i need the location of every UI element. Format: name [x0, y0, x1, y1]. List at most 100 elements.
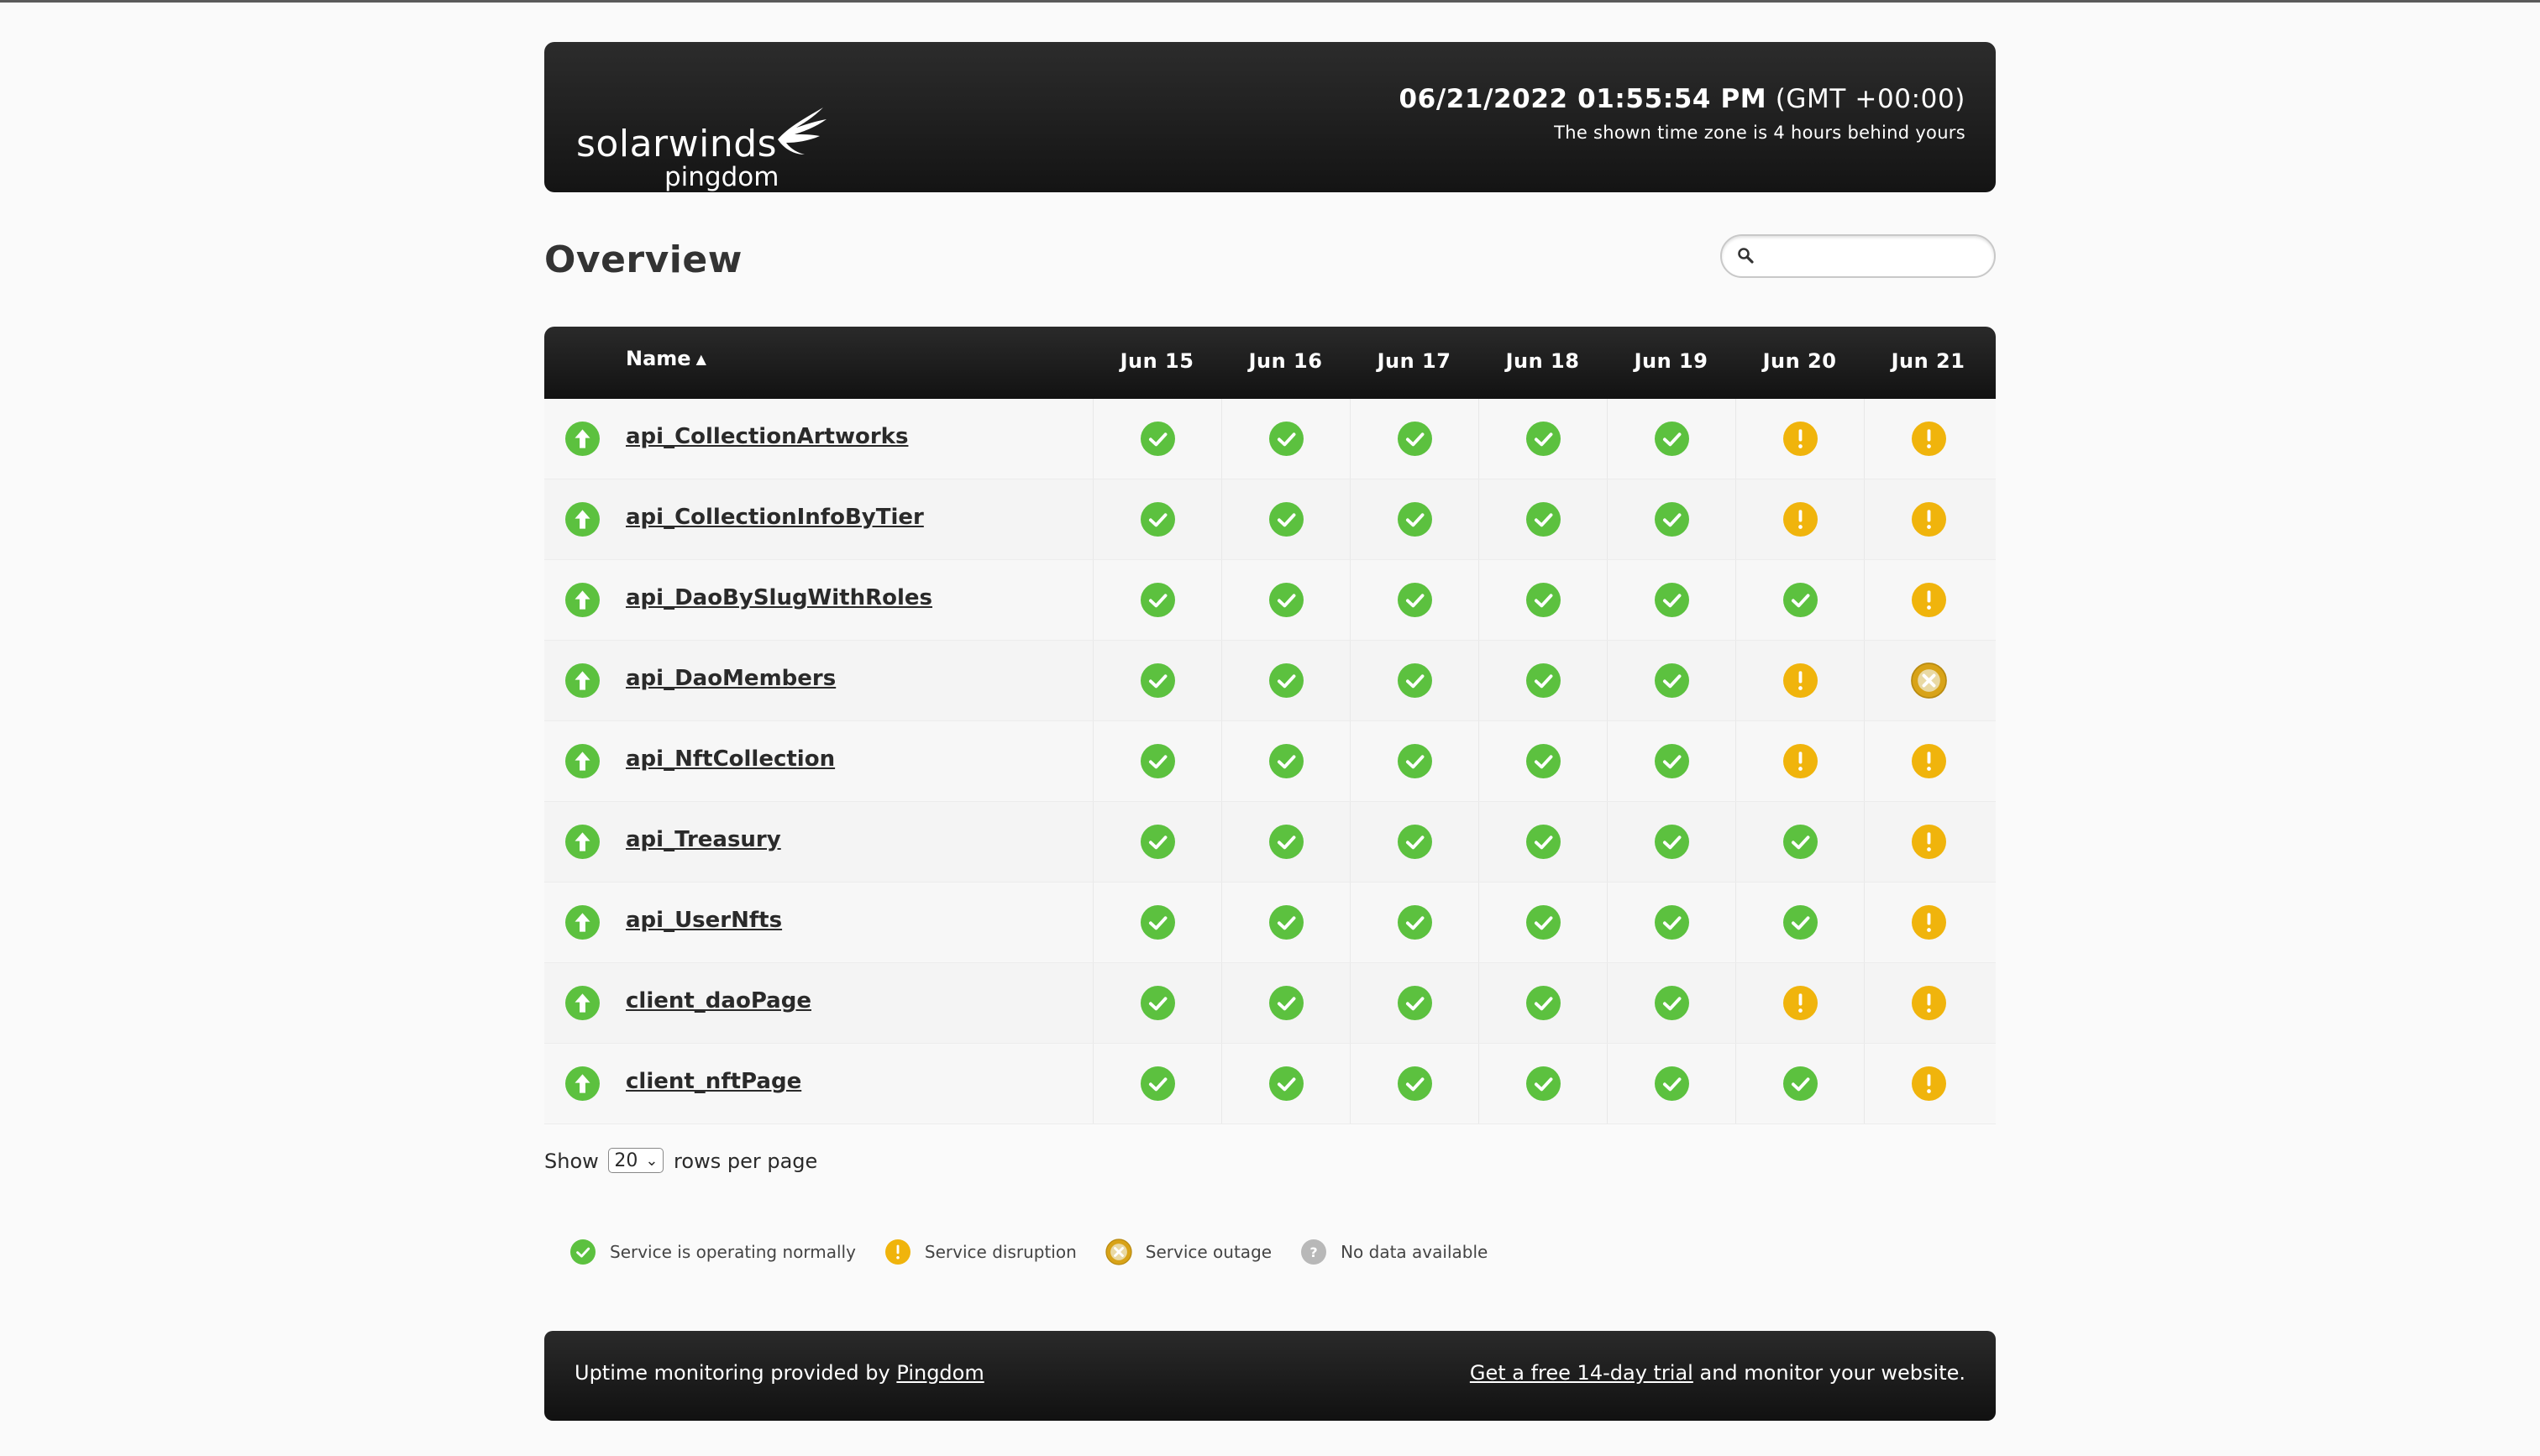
free-trial-link[interactable]: Get a free 14-day trial — [1470, 1361, 1693, 1385]
day-status-cell[interactable] — [1735, 479, 1865, 559]
day-status-cell[interactable] — [1093, 963, 1222, 1043]
day-status-cell[interactable] — [1093, 560, 1222, 640]
day-status-cell[interactable] — [1864, 641, 1993, 720]
day-status-cell[interactable] — [1607, 802, 1736, 882]
day-status-cell[interactable] — [1607, 721, 1736, 801]
day-status-cell[interactable] — [1350, 641, 1479, 720]
footer-trial: Get a free 14-day trial and monitor your… — [1470, 1361, 1965, 1385]
check-name-link[interactable]: client_daoPage — [626, 988, 811, 1013]
day-status-cell[interactable] — [1350, 1044, 1479, 1123]
legend-item-ok: Service is operating normally — [569, 1239, 856, 1265]
day-status-cell[interactable] — [1864, 721, 1993, 801]
table-body: api_CollectionArtworks api_CollectionInfo… — [544, 399, 1996, 1124]
day-status-cell[interactable] — [1607, 560, 1736, 640]
table-row: api_Treasury — [544, 802, 1996, 883]
day-status-cell[interactable] — [1735, 963, 1865, 1043]
day-status-cell[interactable] — [1735, 1044, 1865, 1123]
day-status-cell[interactable] — [1221, 399, 1351, 479]
day-status-cell[interactable] — [1607, 963, 1736, 1043]
day-status-cell[interactable] — [1735, 641, 1865, 720]
day-status-cell[interactable] — [1478, 641, 1608, 720]
day-status-cell[interactable] — [1607, 1044, 1736, 1123]
day-status-cell[interactable] — [1350, 399, 1479, 479]
rows-per-page-select[interactable]: 20 ⌄ — [608, 1148, 664, 1173]
day-status-cell[interactable] — [1478, 883, 1608, 962]
legend-label: Service is operating normally — [610, 1242, 856, 1262]
ok-status-icon — [1525, 421, 1561, 460]
day-status-cell[interactable] — [1478, 963, 1608, 1043]
check-name-link[interactable]: api_CollectionInfoByTier — [626, 505, 924, 530]
day-status-cell[interactable] — [1607, 641, 1736, 720]
sort-asc-icon: ▲ — [695, 351, 706, 367]
day-status-cell[interactable] — [1478, 479, 1608, 559]
day-status-cell[interactable] — [1478, 1044, 1608, 1123]
day-status-cell[interactable] — [1350, 883, 1479, 962]
day-status-cell[interactable] — [1607, 479, 1736, 559]
check-name-link[interactable]: api_Treasury — [626, 827, 781, 852]
day-status-cell[interactable] — [1093, 399, 1222, 479]
day-status-cell[interactable] — [1221, 802, 1351, 882]
name-column-header[interactable]: Name ▲ — [626, 347, 706, 370]
day-status-cell[interactable] — [1221, 883, 1351, 962]
solarwinds-pingdom-logo: solarwinds pingdom — [576, 74, 828, 191]
disruption-status-icon — [1911, 501, 1947, 541]
day-status-cell[interactable] — [1864, 963, 1993, 1043]
ok-status-icon — [1140, 904, 1176, 944]
table-row: api_DaoMembers — [544, 641, 1996, 721]
day-status-cell[interactable] — [1735, 802, 1865, 882]
day-status-cell[interactable] — [1093, 883, 1222, 962]
day-status-cell[interactable] — [1221, 560, 1351, 640]
day-status-cell[interactable] — [1864, 399, 1993, 479]
day-status-cell[interactable] — [1478, 399, 1608, 479]
check-name-link[interactable]: api_CollectionArtworks — [626, 424, 908, 449]
check-name-link[interactable]: api_UserNfts — [626, 908, 782, 933]
ok-status-icon — [1140, 985, 1176, 1024]
search-box[interactable] — [1720, 234, 1996, 278]
day-status-cell[interactable] — [1864, 802, 1993, 882]
day-status-cell[interactable] — [1093, 641, 1222, 720]
day-status-cell[interactable] — [1735, 883, 1865, 962]
day-status-cell[interactable] — [1221, 963, 1351, 1043]
search-input[interactable] — [1762, 243, 1984, 270]
rows-per-page-value: 20 — [614, 1150, 638, 1171]
day-status-cell[interactable] — [1350, 721, 1479, 801]
day-status-cell[interactable] — [1093, 721, 1222, 801]
day-status-cell[interactable] — [1221, 721, 1351, 801]
day-status-cell[interactable] — [1478, 560, 1608, 640]
day-status-cell[interactable] — [1350, 802, 1479, 882]
day-status-cell[interactable] — [1607, 883, 1736, 962]
day-status-cell[interactable] — [1864, 479, 1993, 559]
day-status-cell[interactable] — [1864, 1044, 1993, 1123]
day-status-cell[interactable] — [1093, 1044, 1222, 1123]
day-status-cell[interactable] — [1735, 560, 1865, 640]
pingdom-link[interactable]: Pingdom — [896, 1361, 984, 1385]
check-name-link[interactable]: api_DaoBySlugWithRoles — [626, 585, 932, 610]
ok-status-icon — [1140, 1066, 1176, 1105]
table-row: api_NftCollection — [544, 721, 1996, 802]
day-status-cell[interactable] — [1607, 399, 1736, 479]
day-status-cell[interactable] — [1478, 802, 1608, 882]
status-up-icon — [564, 904, 601, 944]
day-status-cell[interactable] — [1478, 721, 1608, 801]
day-status-cell[interactable] — [1864, 560, 1993, 640]
check-name-link[interactable]: client_nftPage — [626, 1069, 801, 1094]
day-status-cell[interactable] — [1735, 721, 1865, 801]
day-status-cell[interactable] — [1093, 479, 1222, 559]
check-name-link[interactable]: api_NftCollection — [626, 746, 835, 772]
ok-status-icon — [1268, 743, 1304, 783]
day-status-cell[interactable] — [1221, 1044, 1351, 1123]
page-header: solarwinds pingdom 06/21/2022 01:55:54 P… — [544, 42, 1996, 192]
day-status-cell[interactable] — [1350, 963, 1479, 1043]
day-status-cell[interactable] — [1350, 560, 1479, 640]
ok-status-icon — [1397, 663, 1433, 702]
ok-status-icon — [1268, 501, 1304, 541]
day-status-cell[interactable] — [1221, 479, 1351, 559]
day-status-cell[interactable] — [1735, 399, 1865, 479]
check-name-link[interactable]: api_DaoMembers — [626, 666, 836, 691]
day-status-cell[interactable] — [1221, 641, 1351, 720]
timezone-label: (GMT +00:00) — [1775, 84, 1965, 114]
datetime-value: 06/21/2022 01:55:54 PM — [1399, 84, 1767, 114]
day-status-cell[interactable] — [1350, 479, 1479, 559]
day-status-cell[interactable] — [1864, 883, 1993, 962]
day-status-cell[interactable] — [1093, 802, 1222, 882]
